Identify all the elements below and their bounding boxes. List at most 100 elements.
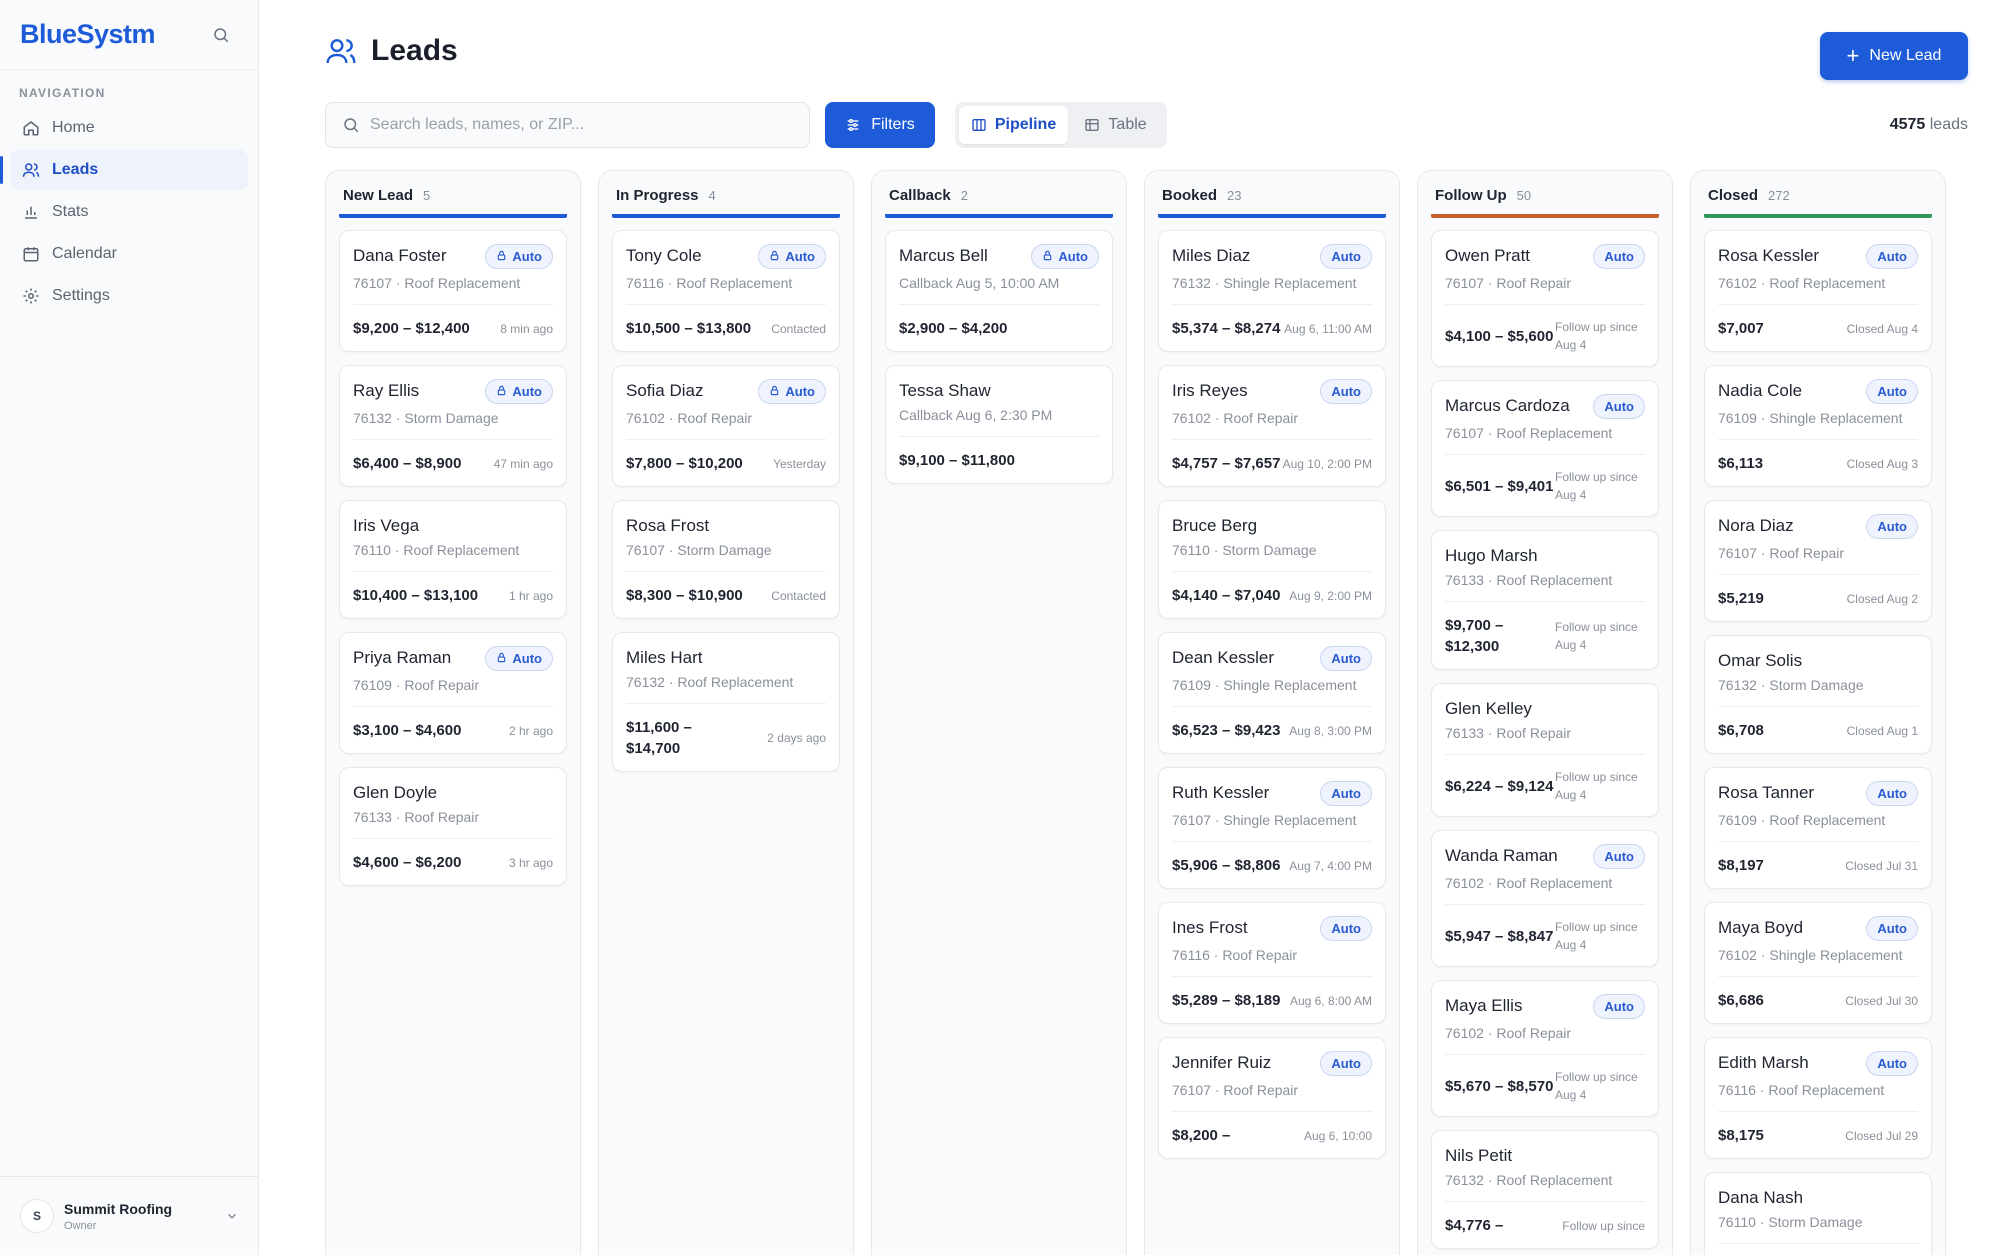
lead-card[interactable]: Miles Diaz Auto 76132 · Shingle Replacemen…	[1158, 230, 1386, 352]
lead-card[interactable]: Glen Doyle 76133 · Roof Repair $4,600 – $6…	[339, 767, 567, 886]
lead-details: 76132 · Shingle Replacement	[1172, 275, 1372, 305]
lead-meta: 3 hr ago	[508, 855, 553, 870]
org-switcher[interactable]: S Summit Roofing Owner	[0, 1176, 259, 1255]
badge-label: Auto	[1877, 249, 1907, 264]
pipeline-column: Callback 2 Marcus Bell Auto Callback Aug 5, …	[871, 170, 1127, 1255]
badge-label: Auto	[1877, 921, 1907, 936]
lead-card[interactable]: Tessa Shaw Callback Aug 6, 2:30 PM $9,100 …	[885, 365, 1113, 484]
badge-label: Auto	[1331, 384, 1361, 399]
column-header: Booked 23	[1158, 187, 1386, 218]
lead-amount: $5,374 – $8,274	[1172, 320, 1281, 337]
lead-amount: $9,200 – $12,400	[353, 320, 470, 337]
column-title: Booked	[1162, 187, 1218, 204]
lead-card[interactable]: Ray Ellis Auto 76132 · Storm Damage $6,400 …	[339, 365, 567, 487]
lead-card[interactable]: Nadia Cole Auto 76109 · Shingle Replacemen…	[1704, 365, 1932, 487]
view-label: Pipeline	[994, 116, 1057, 133]
lead-card[interactable]: Glen Kelley 76133 · Roof Repair $6,224 – $…	[1431, 683, 1659, 817]
sidebar-item-home[interactable]: Home	[10, 108, 248, 148]
lead-card[interactable]: Rosa Tanner Auto 76109 · Roof Replacement $…	[1704, 767, 1932, 889]
sidebar-item-stats[interactable]: Stats	[10, 192, 248, 232]
lead-name: Hugo Marsh	[1445, 546, 1538, 565]
lead-card[interactable]: Dana Foster Auto 76107 · Roof Replacement $…	[339, 230, 567, 352]
lead-details: 76132 · Roof Replacement	[1445, 1172, 1645, 1202]
lead-amount: $11,600 – $14,700	[626, 719, 692, 757]
filters-button[interactable]: Filters	[825, 102, 935, 148]
sidebar-item-calendar[interactable]: Calendar	[10, 234, 248, 274]
lead-card[interactable]: Marcus Bell Auto Callback Aug 5, 10:00 AM $…	[885, 230, 1113, 352]
lead-card[interactable]: Dana Nash76110 · Storm Damage$6,664Close…	[1704, 1172, 1932, 1255]
lead-meta: Follow up since Aug 4	[1555, 770, 1638, 802]
lead-meta: 47 min ago	[493, 456, 553, 471]
lead-card[interactable]: Jennifer Ruiz Auto 76107 · Roof Repair $8,2…	[1158, 1037, 1386, 1159]
lead-card[interactable]: Maya Boyd Auto 76102 · Shingle Replacement…	[1704, 902, 1932, 1024]
lead-card[interactable]: Iris Vega 76110 · Roof Replacement $10,400…	[339, 500, 567, 619]
lead-meta: Aug 6, 8:00 AM	[1289, 993, 1372, 1008]
lead-card[interactable]: Maya Ellis Auto 76102 · Roof Repair $5,670 …	[1431, 980, 1659, 1117]
lead-meta: Yesterday	[773, 456, 826, 471]
lead-meta: Closed Aug 3	[1846, 456, 1918, 471]
lead-amount: $4,100 – $5,600	[1445, 327, 1554, 345]
page-title: Leads	[371, 34, 458, 67]
lead-meta: 2 days ago	[767, 731, 826, 745]
lead-card[interactable]: Rosa Kessler Auto 76102 · Roof Replacement…	[1704, 230, 1932, 352]
badge-label: Auto	[1877, 1056, 1907, 1071]
lead-amount: $5,906 – $8,806	[1172, 857, 1281, 874]
lead-card[interactable]: Marcus Cardoza Auto 76107 · Roof Replaceme…	[1431, 380, 1659, 517]
search-box[interactable]	[325, 102, 810, 148]
column-header: Follow Up 50	[1431, 187, 1659, 218]
lead-name: Tessa Shaw	[899, 381, 991, 400]
logo[interactable]: BlueSystm	[20, 19, 156, 50]
lead-amount: $4,140 – $7,040	[1172, 587, 1281, 604]
lead-meta: 1 hr ago	[508, 588, 553, 603]
lead-card[interactable]: Rosa Frost 76107 · Storm Damage $8,300 – $…	[612, 500, 840, 619]
badge-label: Auto	[1604, 399, 1634, 414]
lead-name: Iris Reyes	[1172, 381, 1248, 400]
lead-card[interactable]: Ines Frost Auto 76116 · Roof Repair $5,289 …	[1158, 902, 1386, 1024]
lead-card[interactable]: Dean Kessler Auto 76109 · Shingle Replacem…	[1158, 632, 1386, 754]
column-title: Closed	[1708, 187, 1759, 204]
sidebar-item-label: Home	[52, 119, 95, 136]
badge-label: Auto	[1331, 651, 1361, 666]
lead-card[interactable]: Sofia Diaz Auto 76102 · Roof Repair $7,800 …	[612, 365, 840, 487]
sidebar-search-icon[interactable]	[204, 18, 238, 52]
lead-amount: $6,523 – $9,423	[1172, 722, 1281, 739]
new-lead-button[interactable]: + New Lead	[1820, 32, 1968, 80]
lead-amount: $6,224 – $9,124	[1445, 777, 1554, 795]
sidebar-item-leads[interactable]: Leads	[0, 150, 248, 190]
lead-card[interactable]: Nora Diaz Auto 76107 · Roof Repair $5,219 Cl…	[1704, 500, 1932, 622]
lead-card[interactable]: Iris Reyes Auto 76102 · Roof Repair $4,757 …	[1158, 365, 1386, 487]
lead-card[interactable]: Hugo Marsh 76133 · Roof Replacement $9,700…	[1431, 530, 1659, 670]
column-count: 2	[960, 188, 968, 203]
lead-card[interactable]: Owen Pratt Auto 76107 · Roof Repair $4,100 …	[1431, 230, 1659, 367]
lock-icon	[496, 651, 507, 666]
lead-name: Jennifer Ruiz	[1172, 1053, 1272, 1072]
view-pipeline-tab[interactable]: Pipeline	[959, 106, 1069, 144]
lead-details: 76109 · Roof Replacement	[1718, 812, 1918, 842]
lead-card[interactable]: Omar Solis 76132 · Storm Damage $6,708 Clos…	[1704, 635, 1932, 754]
lead-meta: Aug 10, 2:00 PM	[1282, 456, 1372, 471]
lead-card[interactable]: Nils Petit 76132 · Roof Replacement $4,776…	[1431, 1130, 1659, 1249]
lead-details: 76109 · Shingle Replacement	[1718, 410, 1918, 440]
lead-amount: $6,113	[1718, 455, 1764, 472]
view-table-tab[interactable]: Table	[1068, 106, 1163, 144]
lead-details: 76107 · Roof Repair	[1718, 545, 1918, 575]
lead-card[interactable]: Priya Raman Auto 76109 · Roof Repair $3,100…	[339, 632, 567, 754]
auto-badge: Auto	[1593, 994, 1645, 1019]
badge-label: Auto	[1058, 249, 1088, 264]
lead-card[interactable]: Tony Cole Auto 76116 · Roof Replacement $10…	[612, 230, 840, 352]
lead-card[interactable]: Wanda Raman Auto 76102 · Roof Replacement $…	[1431, 830, 1659, 967]
lead-name: Omar Solis	[1718, 651, 1803, 670]
lead-details: 76133 · Roof Repair	[353, 809, 553, 839]
lead-name: Tony Cole	[626, 246, 702, 265]
lead-details: 76107 · Roof Replacement	[1445, 425, 1645, 455]
lead-meta: Follow up since Aug 4	[1555, 920, 1638, 952]
lead-card[interactable]: Edith Marsh Auto 76116 · Roof Replacement $…	[1704, 1037, 1932, 1159]
search-input[interactable]	[370, 116, 770, 134]
lead-card[interactable]: Ruth Kessler Auto 76107 · Shingle Replacem…	[1158, 767, 1386, 889]
sidebar-item-settings[interactable]: Settings	[10, 276, 248, 316]
lead-card[interactable]: Miles Hart 76132 · Roof Replacement $11,60…	[612, 632, 840, 772]
auto-badge: Auto	[1593, 844, 1645, 869]
badge-label: Auto	[1331, 1056, 1361, 1071]
column-count: 23	[1227, 188, 1242, 203]
lead-card[interactable]: Bruce Berg 76110 · Storm Damage $4,140 – $…	[1158, 500, 1386, 619]
